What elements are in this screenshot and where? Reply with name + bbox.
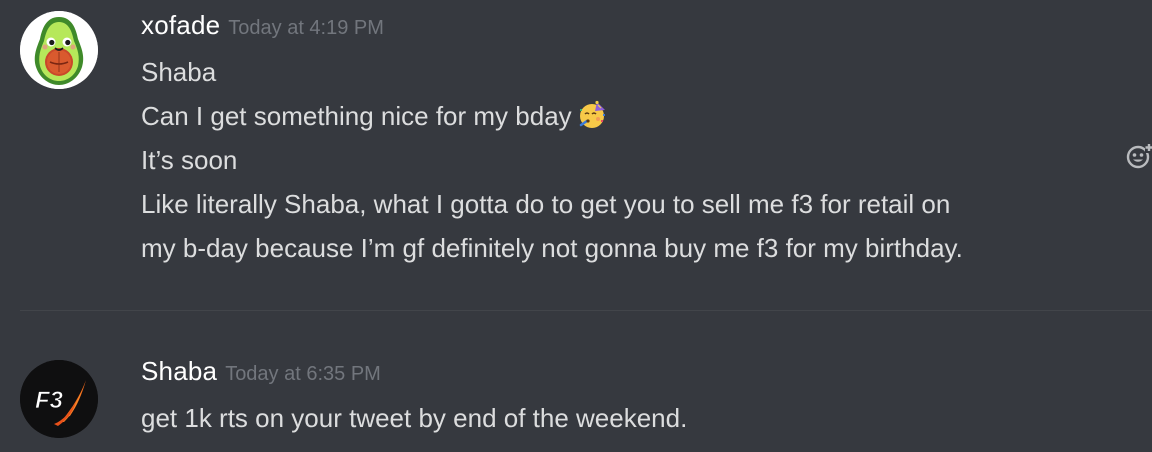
timestamp[interactable]: Today at 4:19 PM bbox=[228, 17, 384, 39]
message-header: xofade Today at 4:19 PM bbox=[141, 10, 384, 41]
message-text: It’s soon bbox=[141, 145, 238, 175]
message-line: my b-day because I’m gf definitely not g… bbox=[141, 226, 1121, 270]
user-avatar[interactable] bbox=[20, 11, 98, 89]
username[interactable]: xofade bbox=[141, 10, 220, 40]
message-line: get 1k rts on your tweet by end of the w… bbox=[141, 396, 1121, 440]
message-content: get 1k rts on your tweet by end of the w… bbox=[141, 396, 1121, 440]
message-xofade: xofade Today at 4:19 PM Shaba Can I get s… bbox=[0, 0, 1152, 300]
message-text: Shaba bbox=[141, 57, 217, 87]
message-text: my b-day because I’m gf definitely not g… bbox=[141, 233, 963, 263]
message-line: Like literally Shaba, what I gotta do to… bbox=[141, 182, 1121, 226]
message-shaba: F3 Shaba Today at 6:35 PM get 1k rts on y… bbox=[0, 340, 1152, 452]
add-reaction-button[interactable] bbox=[1126, 142, 1152, 170]
message-text: Can I get something nice for my bday bbox=[141, 101, 572, 131]
message-text: Like literally Shaba, what I gotta do to… bbox=[141, 189, 951, 219]
message-line: Can I get something nice for my bday bbox=[141, 94, 1121, 138]
f3-logo-text: F3 bbox=[35, 387, 64, 414]
message-content: Shaba Can I get something nice for my bd… bbox=[141, 50, 1121, 270]
partying-face-emoji[interactable] bbox=[577, 100, 607, 130]
timestamp[interactable]: Today at 6:35 PM bbox=[225, 363, 381, 385]
message-divider bbox=[20, 310, 1152, 311]
avocado-avatar-icon bbox=[20, 11, 98, 89]
message-line: Shaba bbox=[141, 50, 1121, 94]
add-reaction-icon bbox=[1126, 143, 1152, 169]
username[interactable]: Shaba bbox=[141, 356, 217, 386]
message-text: get 1k rts on your tweet by end of the w… bbox=[141, 403, 688, 433]
user-avatar[interactable]: F3 bbox=[20, 360, 98, 438]
message-line: It’s soon bbox=[141, 138, 1121, 182]
f3-logo-avatar-icon: F3 bbox=[20, 360, 98, 438]
message-header: Shaba Today at 6:35 PM bbox=[141, 356, 381, 387]
